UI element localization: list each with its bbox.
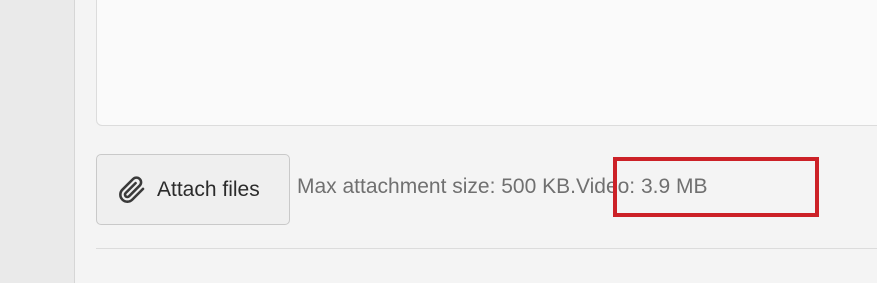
max-attachment-size-text: Max attachment size: 500 KB. <box>297 175 576 198</box>
divider <box>96 248 877 249</box>
message-textarea[interactable] <box>96 0 877 126</box>
attach-files-button[interactable]: Attach files <box>96 154 290 225</box>
left-gutter <box>0 0 75 283</box>
attach-files-label: Attach files <box>157 177 260 201</box>
highlight-annotation <box>613 157 819 217</box>
reply-form: Attach files Max attachment size: 500 KB… <box>75 0 877 283</box>
page: Attach files Max attachment size: 500 KB… <box>0 0 877 283</box>
paperclip-icon <box>117 175 147 205</box>
